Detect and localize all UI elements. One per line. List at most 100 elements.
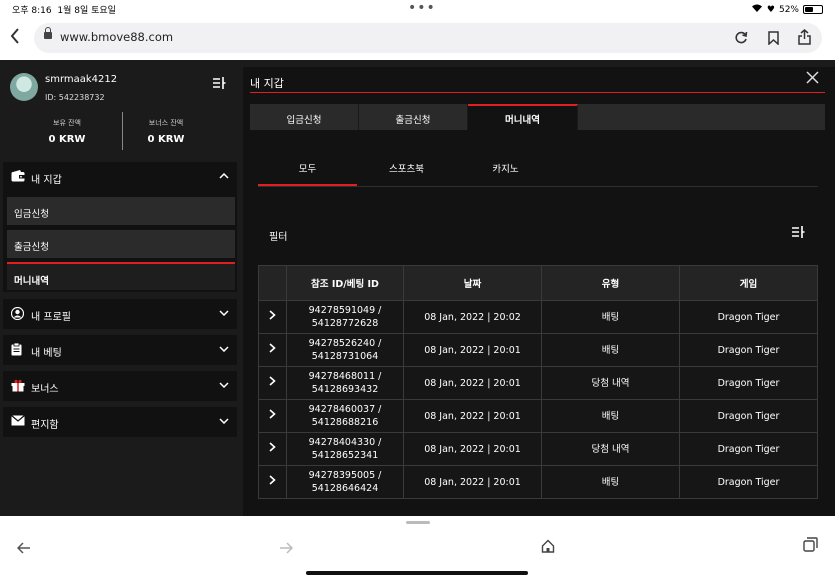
sidebar-item-label: 편지함	[31, 420, 59, 431]
filter-label: 필터	[269, 232, 288, 243]
date-cell: 08 Jan, 2022 | 20:02	[403, 300, 542, 334]
tab-bar: 입금신청 출금신청 머니내역	[250, 104, 825, 130]
chevron-right-icon[interactable]	[269, 441, 276, 455]
table-row[interactable]: 94278404330 / 54128652341 08 Jan, 2022 | 2…	[258, 432, 818, 466]
date-cell: 08 Jan, 2022 | 20:01	[403, 399, 542, 433]
user-id: ID: 542238732	[45, 93, 105, 102]
subtab-sportsbook[interactable]: 스포츠북	[357, 153, 456, 186]
ref-id: 94278468011 /	[308, 371, 382, 382]
home-icon[interactable]	[541, 538, 555, 557]
bonus-balance-box: 보너스 잔액 0 KRW	[111, 118, 221, 145]
tab-money-history[interactable]: 머니내역	[468, 104, 578, 130]
wallet-panel: 내 지갑 입금신청 출금신청 머니내역 모두 스포츠북 카지노 필터 참조 ID…	[243, 67, 835, 516]
expand-row-cell[interactable]	[258, 333, 287, 367]
title-underline	[250, 92, 825, 93]
sidebar-menu-icon[interactable]	[212, 76, 226, 94]
status-date: 1월 8일 토요일	[57, 6, 116, 16]
gift-icon	[11, 379, 25, 395]
share-icon[interactable]	[798, 29, 811, 49]
chevron-down-icon[interactable]	[219, 306, 229, 319]
url-field[interactable]: www.bmove88.com	[34, 23, 822, 53]
ref-id-cell: 94278395005 / 54128646424	[286, 465, 404, 499]
bonus-balance-value: 0 KRW	[147, 134, 185, 145]
tab-deposit[interactable]: 입금신청	[250, 104, 359, 130]
sidebar-item-profile[interactable]: 내 프로필	[3, 299, 237, 329]
balance-value: 0 KRW	[48, 134, 86, 145]
header-ref-id: 참조 ID/베팅 ID	[286, 265, 404, 301]
grabber[interactable]	[406, 521, 430, 524]
chevron-down-icon[interactable]	[219, 414, 229, 427]
game-cell: Dragon Tiger	[679, 300, 818, 334]
history-table: 참조 ID/베팅 ID 날짜 유형 게임 94278591049 / 541287…	[258, 265, 818, 499]
chevron-right-icon[interactable]	[269, 309, 276, 323]
ref-id-cell: 94278468011 / 54128693432	[286, 366, 404, 400]
type-cell: 배팅	[541, 465, 680, 499]
game-cell: Dragon Tiger	[679, 399, 818, 433]
expand-row-cell[interactable]	[258, 399, 287, 433]
reload-icon[interactable]	[734, 31, 748, 49]
sidebar-item-betting[interactable]: 내 베팅	[3, 335, 237, 365]
back-arrow-icon[interactable]	[16, 539, 31, 558]
table-row[interactable]: 94278460037 / 54128688216 08 Jan, 2022 | 2…	[258, 399, 818, 433]
sidebar-subitem-withdraw[interactable]: 출금신청	[7, 230, 235, 258]
battery-percent: 52%	[778, 4, 799, 15]
table-row[interactable]: 94278526240 / 54128731064 08 Jan, 2022 | 2…	[258, 333, 818, 367]
back-icon[interactable]	[10, 28, 20, 49]
bet-id: 54128693432	[311, 384, 379, 395]
game-cell: Dragon Tiger	[679, 432, 818, 466]
envelope-icon	[11, 415, 25, 429]
table-row[interactable]: 94278468011 / 54128693432 08 Jan, 2022 | 2…	[258, 366, 818, 400]
wifi-icon	[751, 3, 763, 16]
sidebar-item-label: 내 프로필	[31, 312, 71, 323]
table-row[interactable]: 94278395005 / 54128646424 08 Jan, 2022 | 2…	[258, 465, 818, 499]
subtab-all[interactable]: 모두	[258, 153, 357, 186]
bottom-toolbar	[0, 516, 835, 580]
bet-id: 54128646424	[311, 483, 379, 494]
date-cell: 08 Jan, 2022 | 20:01	[403, 432, 542, 466]
chevron-right-icon[interactable]	[269, 342, 276, 356]
game-cell: Dragon Tiger	[679, 465, 818, 499]
expand-row-cell[interactable]	[258, 432, 287, 466]
ref-id: 94278591049 /	[308, 305, 382, 316]
lock-icon	[44, 27, 52, 39]
panel-title: 내 지갑	[250, 77, 284, 90]
app-area: smrmaak4212 ID: 542238732 보유 잔액 0 KRW 보너…	[0, 60, 835, 516]
tab-withdraw[interactable]: 출금신청	[359, 104, 468, 130]
forward-arrow-icon[interactable]	[279, 539, 294, 558]
sidebar-item-mailbox[interactable]: 편지함	[3, 407, 237, 437]
table-row[interactable]: 94278591049 / 54128772628 08 Jan, 2022 | 2…	[258, 300, 818, 334]
sidebar-item-wallet[interactable]: 내 지갑	[3, 162, 237, 192]
expand-row-cell[interactable]	[258, 300, 287, 334]
type-cell: 당첨 내역	[541, 366, 680, 400]
heart-icon: ♥	[766, 4, 775, 15]
chevron-right-icon[interactable]	[269, 474, 276, 488]
sidebar-subitem-deposit[interactable]: 입금신청	[7, 197, 235, 225]
type-cell: 당첨 내역	[541, 432, 680, 466]
chevron-up-icon[interactable]	[219, 169, 229, 182]
bookmark-icon[interactable]	[768, 31, 779, 49]
ref-id: 94278460037 /	[308, 404, 382, 415]
chevron-right-icon[interactable]	[269, 408, 276, 422]
expand-row-cell[interactable]	[258, 366, 287, 400]
expand-row-cell[interactable]	[258, 465, 287, 499]
close-icon[interactable]	[806, 70, 819, 88]
chevron-right-icon[interactable]	[269, 375, 276, 389]
browser-bar: www.bmove88.com	[0, 18, 835, 60]
sidebar-item-bonus[interactable]: 보너스	[3, 371, 237, 401]
ref-id-cell: 94278460037 / 54128688216	[286, 399, 404, 433]
status-time: 오후 8:16 1월 8일 토요일	[12, 6, 116, 16]
home-indicator	[306, 571, 528, 575]
multitask-dots-icon[interactable]: •••	[408, 0, 436, 16]
chevron-down-icon[interactable]	[219, 378, 229, 391]
header-game: 게임	[679, 265, 818, 301]
sidebar-item-label: 보너스	[31, 384, 59, 395]
avatar[interactable]	[10, 73, 38, 101]
filter-icon[interactable]	[791, 225, 805, 243]
tabs-icon[interactable]	[803, 537, 818, 556]
chevron-down-icon[interactable]	[219, 342, 229, 355]
header-type: 유형	[541, 265, 680, 301]
bonus-balance-label: 보너스 잔액	[148, 119, 184, 127]
status-bar: 오후 8:16 1월 8일 토요일 ••• ♥ 52%	[0, 0, 835, 18]
subtab-casino[interactable]: 카지노	[456, 153, 555, 186]
sidebar-subitem-money-history[interactable]: 머니내역	[7, 262, 235, 290]
